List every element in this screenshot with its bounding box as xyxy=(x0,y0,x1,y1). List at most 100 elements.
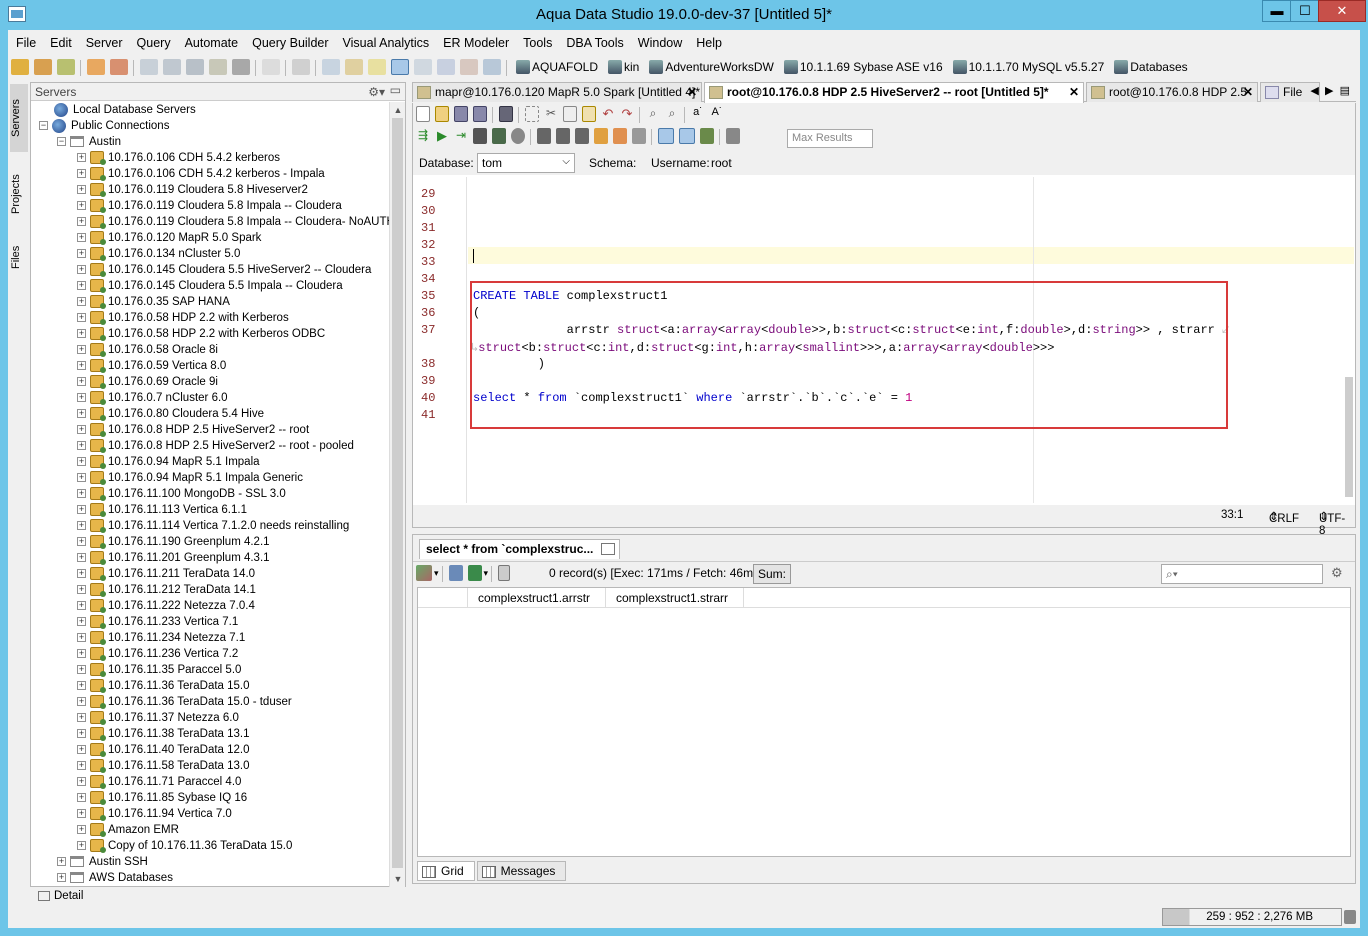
grid-icon[interactable] xyxy=(322,59,340,75)
tab-messages[interactable]: Messages xyxy=(476,861,567,881)
tree-node[interactable]: +10.176.11.113 Vertica 6.1.1 xyxy=(31,502,389,518)
cut-icon[interactable]: ✂ xyxy=(544,106,558,122)
tree-scrollbar[interactable]: ▲ ▼ xyxy=(389,102,405,887)
tree-node[interactable]: +10.176.11.236 Vertica 7.2 xyxy=(31,646,389,662)
tool-icon[interactable] xyxy=(110,59,128,75)
tree-node[interactable]: +10.176.0.8 HDP 2.5 HiveServer2 -- root xyxy=(31,422,389,438)
tree-node[interactable]: +10.176.0.35 SAP HANA xyxy=(31,294,389,310)
save-icon[interactable] xyxy=(454,106,468,122)
collapse-icon[interactable]: − xyxy=(39,121,48,131)
expand-icon[interactable]: + xyxy=(77,585,86,595)
options-icon[interactable] xyxy=(726,128,740,144)
expand-icon[interactable]: + xyxy=(77,729,86,739)
minimize-panel-icon[interactable]: ▭ xyxy=(390,83,401,97)
expand-icon[interactable]: + xyxy=(77,233,86,243)
redo-icon[interactable]: ↷ xyxy=(620,106,634,122)
sum-button[interactable]: Sum: xyxy=(753,564,792,584)
uppercase-icon[interactable]: A˙ xyxy=(710,106,724,122)
expand-icon[interactable]: + xyxy=(77,297,86,307)
window-icon[interactable] xyxy=(460,59,478,75)
tool-icon[interactable] xyxy=(594,128,608,144)
expand-icon[interactable]: + xyxy=(77,521,86,531)
close-tab-icon[interactable]: ✕ xyxy=(1243,83,1253,102)
menu-file[interactable]: File xyxy=(8,34,42,50)
menu-dba-tools[interactable]: DBA Tools xyxy=(558,34,629,50)
tree-node[interactable]: +10.176.11.35 Paraccel 5.0 xyxy=(31,662,389,678)
tree-node[interactable]: +10.176.11.94 Vertica 7.0 xyxy=(31,806,389,822)
undo-icon[interactable]: ↶ xyxy=(601,106,615,122)
expand-icon[interactable]: + xyxy=(77,825,86,835)
tree-node[interactable]: +10.176.0.69 Oracle 9i xyxy=(31,374,389,390)
expand-icon[interactable]: + xyxy=(57,857,66,867)
record-icon[interactable] xyxy=(511,128,525,144)
garbage-collect-icon[interactable] xyxy=(1344,910,1356,924)
tree-node[interactable]: +10.176.0.134 nCluster 5.0 xyxy=(31,246,389,262)
menu-edit[interactable]: Edit xyxy=(42,34,78,50)
stop-icon[interactable] xyxy=(473,128,487,144)
close-tab-icon[interactable]: ✕ xyxy=(1069,83,1079,102)
tree-node[interactable]: +10.176.11.36 TeraData 15.0 - tduser xyxy=(31,694,389,710)
filter-settings-icon[interactable]: ⚙ xyxy=(1331,565,1343,581)
tree-node[interactable]: +10.176.0.120 MapR 5.0 Spark xyxy=(31,230,389,246)
tree-node[interactable]: +10.176.11.36 TeraData 15.0 xyxy=(31,678,389,694)
connection-mysql[interactable]: 10.1.1.70 MySQL v5.5.27 xyxy=(969,60,1105,74)
menu-er-modeler[interactable]: ER Modeler xyxy=(435,34,515,50)
menu-automate[interactable]: Automate xyxy=(177,34,245,50)
tree-node[interactable]: +10.176.0.59 Vertica 8.0 xyxy=(31,358,389,374)
pin-icon[interactable] xyxy=(601,543,616,555)
menu-visual-analytics[interactable]: Visual Analytics xyxy=(335,34,436,50)
expand-icon[interactable]: + xyxy=(77,793,86,803)
chevron-down-icon[interactable]: ▾ xyxy=(434,568,439,578)
tree-node[interactable]: +10.176.11.100 MongoDB - SSL 3.0 xyxy=(31,486,389,502)
window-icon[interactable] xyxy=(414,59,432,75)
document-icon[interactable] xyxy=(262,59,280,75)
tool-icon[interactable] xyxy=(87,59,105,75)
open-file-icon[interactable] xyxy=(435,106,449,122)
connection-kin[interactable]: kin xyxy=(624,60,639,74)
max-results-input[interactable]: Max Results xyxy=(787,129,873,148)
chart-icon[interactable] xyxy=(416,565,432,581)
tool-icon[interactable] xyxy=(613,128,627,144)
tree-node[interactable]: +10.176.0.58 Oracle 8i xyxy=(31,342,389,358)
expand-icon[interactable]: + xyxy=(77,553,86,563)
export-icon[interactable] xyxy=(448,565,463,581)
scroll-thumb[interactable] xyxy=(392,118,403,868)
tab-hdp[interactable]: root@10.176.0.8 HDP 2.5 ✕ xyxy=(1086,82,1258,102)
results-search-input[interactable]: ⌕▾ xyxy=(1161,564,1323,584)
layout-icon[interactable] xyxy=(345,59,363,75)
tree-node[interactable]: +10.176.11.37 Netezza 6.0 xyxy=(31,710,389,726)
print-icon[interactable] xyxy=(499,106,513,122)
expand-icon[interactable]: + xyxy=(77,617,86,627)
expand-icon[interactable]: + xyxy=(77,537,86,547)
tree-node[interactable]: +10.176.11.233 Vertica 7.1 xyxy=(31,614,389,630)
tree-node[interactable]: +10.176.0.58 HDP 2.2 with Kerberos ODBC xyxy=(31,326,389,342)
explain-icon[interactable] xyxy=(492,128,506,144)
editor-scrollbar[interactable] xyxy=(1343,177,1355,503)
tree-node[interactable]: +10.176.11.222 Netezza 7.0.4 xyxy=(31,598,389,614)
layout-icon[interactable] xyxy=(368,59,386,75)
expand-icon[interactable]: + xyxy=(77,409,86,419)
menu-query[interactable]: Query xyxy=(129,34,177,50)
new-file-icon[interactable] xyxy=(416,106,430,122)
expand-icon[interactable]: + xyxy=(77,761,86,771)
expand-icon[interactable]: + xyxy=(77,345,86,355)
column-header[interactable]: complexstruct1.arrstr xyxy=(468,588,606,608)
sql-editor[interactable]: 29 30 31 32 33 34 35 36 37 38 39 40 41 C… xyxy=(413,177,1355,503)
menu-server[interactable]: Server xyxy=(78,34,129,50)
expand-icon[interactable]: + xyxy=(77,153,86,163)
collapse-icon[interactable]: − xyxy=(57,137,66,147)
encoding-select[interactable]: UTF-8 ⇕ xyxy=(1319,509,1345,537)
expand-icon[interactable]: + xyxy=(77,377,86,387)
scroll-thumb[interactable] xyxy=(1345,377,1353,497)
tree-node[interactable]: +10.176.11.201 Greenplum 4.3.1 xyxy=(31,550,389,566)
results-split-icon[interactable] xyxy=(679,128,695,144)
expand-icon[interactable]: + xyxy=(77,393,86,403)
connection-aquafold[interactable]: AQUAFOLD xyxy=(532,60,598,74)
tree-node[interactable]: +10.176.11.85 Sybase IQ 16 xyxy=(31,790,389,806)
gear-icon[interactable]: ⚙▾ xyxy=(368,85,385,99)
connection-adventureworksdw[interactable]: AdventureWorksDW xyxy=(665,60,773,74)
tree-node[interactable]: +10.176.11.114 Vertica 7.1.2.0 needs rei… xyxy=(31,518,389,534)
chevron-down-icon[interactable]: ▾ xyxy=(484,568,489,578)
menu-query-builder[interactable]: Query Builder xyxy=(244,34,334,50)
expand-icon[interactable]: + xyxy=(77,313,86,323)
